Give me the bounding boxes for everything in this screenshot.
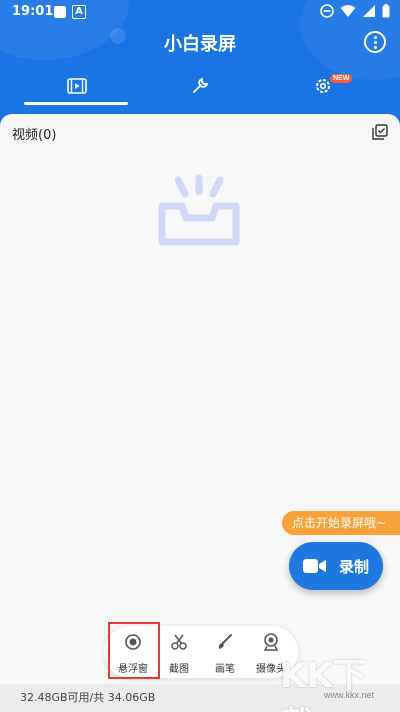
record-button[interactable]: 录制	[289, 542, 383, 590]
toolbar-label: 截图	[169, 664, 189, 675]
toolbar-label: 画笔	[215, 664, 235, 675]
tab-tools[interactable]	[133, 66, 266, 106]
video-count-label: 视频(0)	[12, 128, 57, 143]
empty-inbox-icon	[158, 174, 240, 246]
record-button-label: 录制	[339, 557, 370, 576]
app-header: 19:01 A 小白录屏 NEW	[0, 0, 400, 118]
toolbar-screenshot[interactable]: 截图	[156, 626, 202, 678]
watermark-logo: KK下载	[280, 656, 367, 712]
dnd-icon	[320, 4, 334, 18]
tab-settings[interactable]	[256, 66, 389, 106]
tab-bar: NEW	[0, 66, 400, 106]
dot	[374, 36, 377, 39]
record-hint-bubble: 点击开始录屏哦~	[282, 511, 400, 535]
wifi-icon	[340, 5, 356, 17]
status-time: 19:01	[12, 4, 54, 19]
wrench-icon	[192, 77, 208, 93]
multi-select-icon[interactable]	[372, 124, 388, 140]
scissors-icon	[171, 634, 187, 650]
tab-video[interactable]	[10, 66, 143, 106]
video-list-icon	[66, 78, 87, 94]
new-badge: NEW	[330, 74, 353, 83]
app-title: 小白录屏	[164, 34, 236, 55]
brush-icon	[218, 634, 232, 649]
dot	[374, 41, 377, 44]
status-bar: 19:01 A	[0, 0, 400, 26]
active-tab-indicator	[24, 102, 128, 105]
more-options-button[interactable]	[364, 31, 386, 53]
notification-a-icon: A	[72, 5, 86, 19]
video-list-panel: 视频(0)	[0, 114, 400, 684]
signal-icon	[363, 5, 375, 17]
dot	[374, 46, 377, 49]
status-right-icons	[320, 4, 390, 18]
notification-square-icon	[54, 6, 66, 18]
toolbar-brush[interactable]: 画笔	[202, 626, 248, 678]
watermark-site: www.kkx.net	[324, 690, 375, 700]
highlight-box	[108, 622, 160, 679]
camera-icon	[263, 633, 279, 651]
gear-icon	[315, 79, 330, 93]
battery-icon	[382, 4, 390, 18]
video-camera-icon	[303, 559, 326, 573]
